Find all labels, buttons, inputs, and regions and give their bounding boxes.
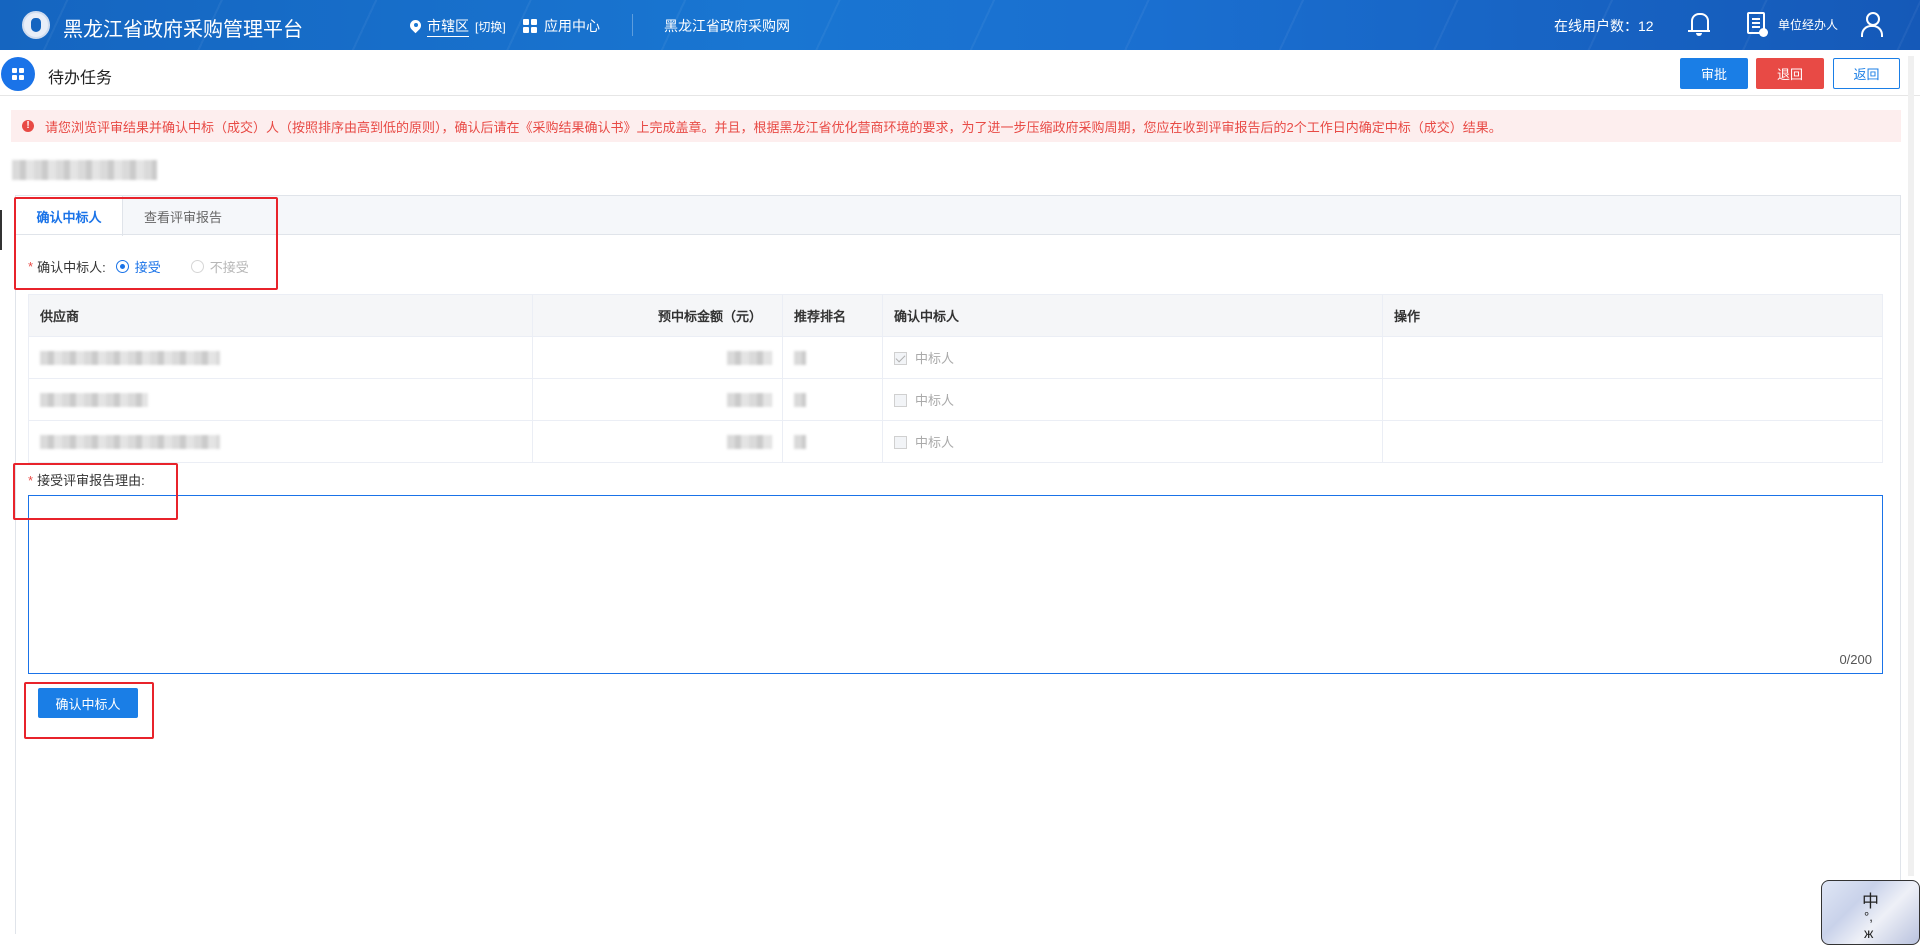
supplier-cell	[28, 420, 533, 463]
apps-icon	[1, 57, 35, 91]
procurement-site-link[interactable]: 黑龙江省政府采购网	[664, 16, 790, 36]
action-cell	[1382, 378, 1883, 421]
bell-icon[interactable]	[1688, 11, 1710, 37]
page-title: 待办任务	[48, 70, 113, 87]
supplier-name-redacted	[40, 393, 148, 408]
region-switch-link[interactable]: [切换]	[475, 18, 506, 35]
tab-bar: 确认中标人 查看评审报告	[15, 195, 1901, 236]
top-bar: 黑龙江省政府采购管理平台 市辖区 [切换] 应用中心 黑龙江省政府采购网 在线用…	[0, 0, 1920, 50]
online-users-label: 在线用户数：	[1554, 18, 1638, 34]
winner-label: 中标人	[915, 393, 955, 408]
table-row: 中标人	[28, 420, 1883, 463]
winner-label: 中标人	[915, 351, 955, 366]
ime-widget[interactable]: 中 °, ж	[1821, 880, 1920, 945]
winner-label: 中标人	[915, 435, 955, 450]
amount-redacted	[727, 393, 772, 408]
supplier-table: 供应商 预中标金额（元） 推荐排名 确认中标人 操作 中标人 中标人 中标人	[28, 294, 1883, 463]
warning-icon: !	[22, 120, 34, 132]
rank-cell	[782, 336, 883, 379]
winner-cell: 中标人	[882, 378, 1383, 421]
reason-field-label: * 接受评审报告理由:	[28, 470, 145, 489]
action-cell	[1382, 420, 1883, 463]
confirm-winner-field: * 确认中标人: 接受 不接受	[28, 257, 249, 276]
supplier-name-redacted	[40, 351, 220, 366]
supplier-name-redacted	[40, 435, 220, 450]
accept-radio[interactable]	[115, 260, 129, 273]
winner-checkbox[interactable]	[894, 352, 907, 365]
tab-confirm-winner[interactable]: 确认中标人	[16, 196, 123, 236]
rank-cell	[782, 378, 883, 421]
rank-redacted	[794, 435, 806, 450]
rank-redacted	[794, 351, 806, 366]
table-row: 中标人	[28, 378, 1883, 421]
col-actions: 操作	[1382, 294, 1883, 337]
accept-label[interactable]: 接受	[135, 257, 161, 276]
grid-icon	[523, 19, 537, 33]
location-pin-icon	[410, 20, 421, 34]
amount-cell	[532, 420, 783, 463]
amount-redacted	[727, 435, 772, 450]
user-icon[interactable]	[1860, 12, 1884, 38]
notice-alert: ! 请您浏览评审结果并确认中标（成交）人（按照排序由高到低的原则），确认后请在《…	[11, 110, 1901, 142]
reason-label: 接受评审报告理由:	[37, 473, 145, 488]
butterfly-icon: ж	[1864, 925, 1874, 941]
amount-redacted	[727, 351, 772, 366]
col-supplier: 供应商	[28, 294, 533, 337]
reject-button[interactable]: 退回	[1756, 58, 1824, 89]
winner-checkbox[interactable]	[894, 436, 907, 449]
scrollbar[interactable]	[1908, 56, 1914, 876]
required-mark: *	[28, 259, 34, 274]
app-center-link[interactable]: 应用中心	[523, 16, 600, 36]
reason-textarea-wrapper: 0/200	[28, 495, 1883, 674]
ime-punct: °,	[1864, 909, 1873, 924]
winner-checkbox[interactable]	[894, 394, 907, 407]
supplier-cell	[28, 378, 533, 421]
divider	[632, 14, 633, 36]
rank-redacted	[794, 393, 806, 408]
required-mark: *	[28, 473, 34, 488]
back-button[interactable]: 返回	[1833, 58, 1900, 89]
reason-textarea[interactable]	[29, 496, 1882, 673]
col-confirm: 确认中标人	[882, 294, 1383, 337]
user-role[interactable]: 单位经办人	[1778, 16, 1838, 33]
action-cell	[1382, 336, 1883, 379]
document-icon[interactable]	[1747, 12, 1768, 37]
project-name-redacted	[12, 160, 157, 180]
col-amount: 预中标金额（元）	[532, 294, 783, 337]
amount-cell	[532, 378, 783, 421]
reject-radio[interactable]	[190, 260, 204, 273]
app-title: 黑龙江省政府采购管理平台	[63, 19, 303, 41]
tab-view-report[interactable]: 查看评审报告	[123, 196, 243, 236]
logo-icon	[22, 11, 50, 39]
reject-label[interactable]: 不接受	[210, 257, 249, 276]
winner-cell: 中标人	[882, 336, 1383, 379]
supplier-cell	[28, 336, 533, 379]
app-center-label: 应用中心	[544, 18, 600, 34]
amount-cell	[532, 336, 783, 379]
notice-text: 请您浏览评审结果并确认中标（成交）人（按照排序由高到低的原则），确认后请在《采购…	[45, 119, 1502, 135]
confirm-winner-button[interactable]: 确认中标人	[38, 688, 138, 718]
header-divider	[0, 95, 1920, 96]
table-row: 中标人	[28, 336, 1883, 379]
char-counter: 0/200	[1839, 652, 1872, 667]
left-edge-marker	[0, 210, 2, 250]
approve-button[interactable]: 审批	[1680, 58, 1748, 89]
confirm-winner-label: 确认中标人:	[37, 260, 106, 275]
region-selector[interactable]: 市辖区 [切换]	[410, 16, 506, 37]
region-name[interactable]: 市辖区	[427, 16, 469, 37]
online-users-count: 12	[1638, 18, 1654, 34]
rank-cell	[782, 420, 883, 463]
online-users: 在线用户数：12	[1554, 16, 1654, 36]
winner-cell: 中标人	[882, 420, 1383, 463]
col-rank: 推荐排名	[782, 294, 883, 337]
